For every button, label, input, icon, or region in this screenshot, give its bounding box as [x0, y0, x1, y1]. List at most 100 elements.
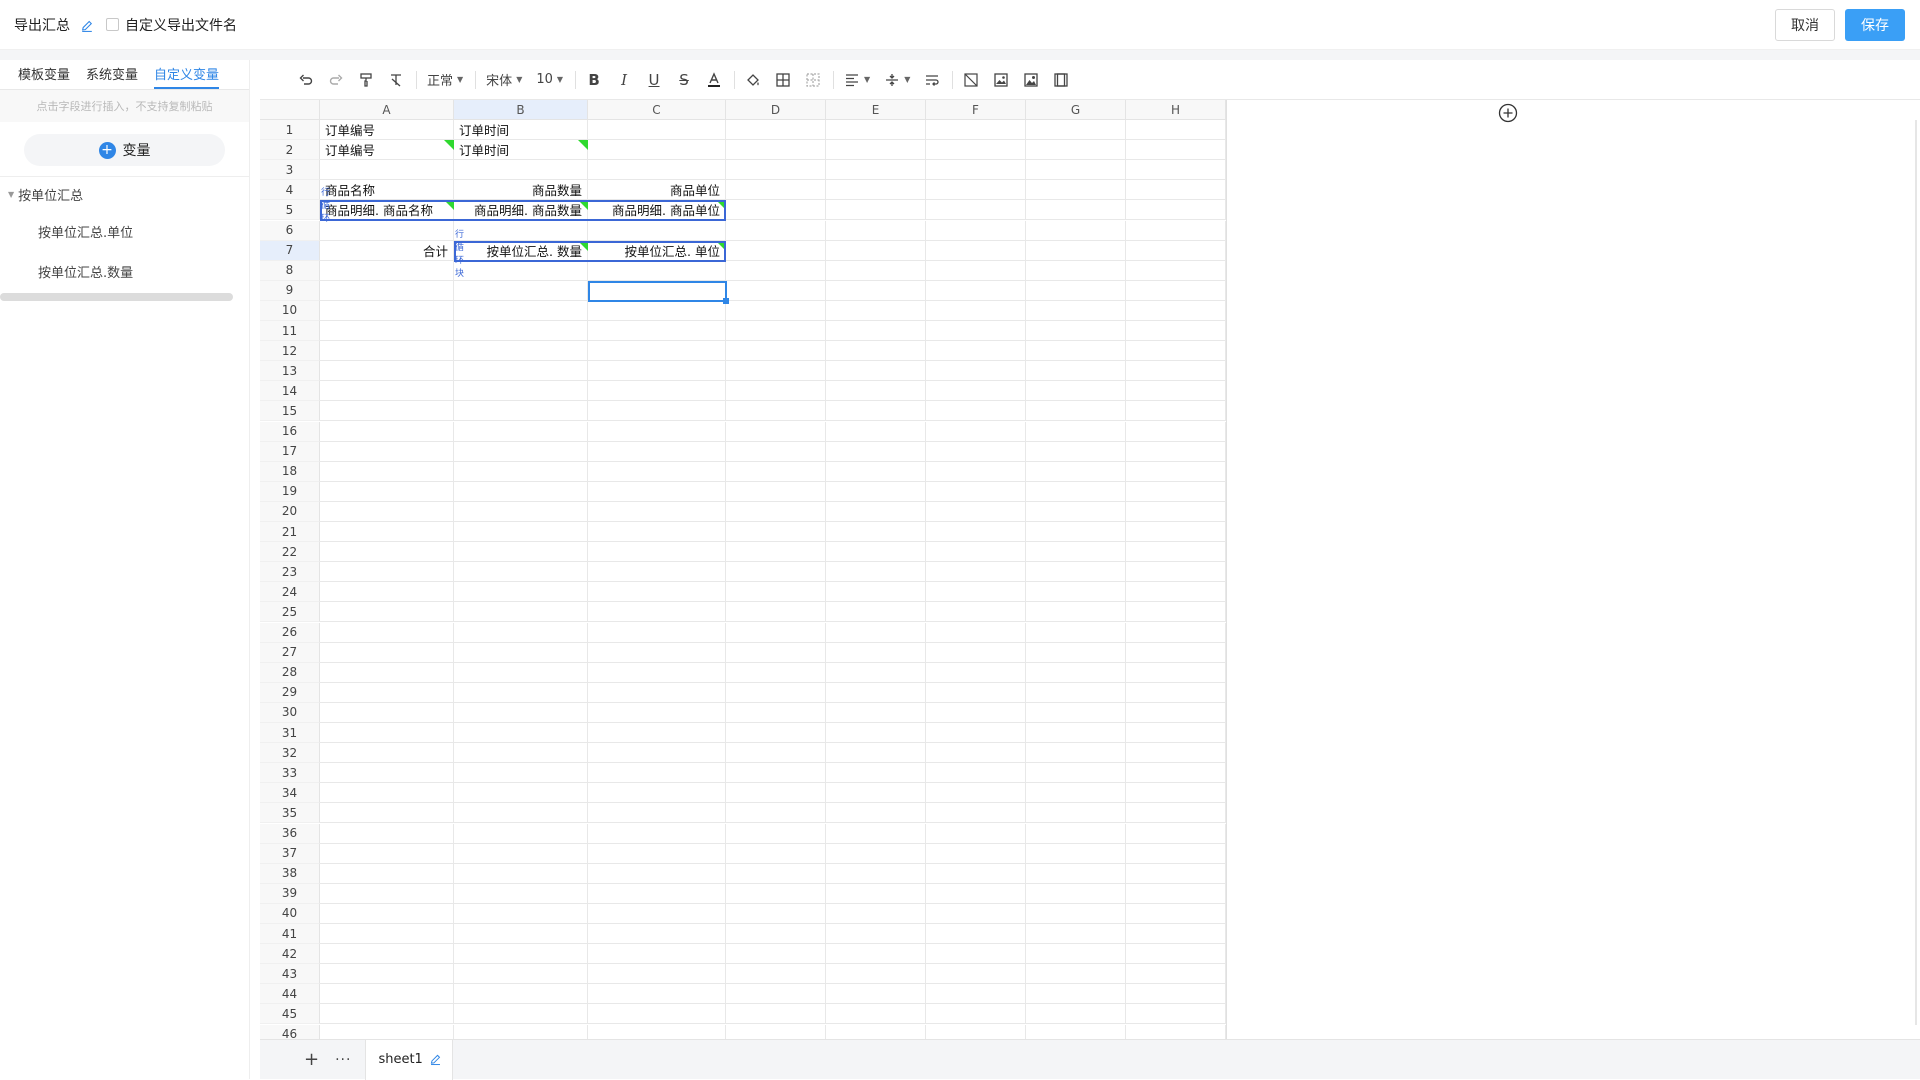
row-header[interactable]: 31	[260, 723, 320, 744]
column-header[interactable]: B	[454, 100, 588, 120]
grid-cell[interactable]	[588, 903, 726, 924]
grid-cell[interactable]	[726, 1024, 826, 1040]
column-header[interactable]: F	[926, 100, 1026, 120]
grid-cell[interactable]	[826, 803, 926, 824]
cell-a2[interactable]: 订单编号	[320, 140, 454, 161]
grid-cell[interactable]	[1026, 321, 1126, 342]
grid-cell[interactable]	[320, 723, 454, 744]
grid-cell[interactable]	[926, 924, 1026, 945]
grid-cell[interactable]	[1026, 723, 1126, 744]
grid-cell[interactable]	[1126, 903, 1226, 924]
grid-cell[interactable]	[1026, 622, 1126, 643]
grid-cell[interactable]	[1026, 501, 1126, 522]
grid-cell[interactable]	[1026, 642, 1126, 663]
grid-cell[interactable]	[454, 361, 588, 382]
grid-cell[interactable]	[320, 562, 454, 583]
grid-cell[interactable]	[588, 682, 726, 703]
grid-cell[interactable]	[926, 743, 1026, 764]
add-sheet-button[interactable]: +	[304, 1049, 319, 1070]
grid-cell[interactable]	[320, 321, 454, 342]
grid-cell[interactable]	[726, 341, 826, 362]
grid-cell[interactable]	[926, 501, 1026, 522]
grid-cell[interactable]	[826, 240, 926, 261]
grid-cell[interactable]	[1026, 823, 1126, 844]
grid-cell[interactable]	[588, 461, 726, 482]
grid-cell[interactable]	[1026, 863, 1126, 884]
grid-cell[interactable]	[1126, 602, 1226, 623]
grid-cell[interactable]	[1126, 180, 1226, 201]
grid-cell[interactable]	[588, 964, 726, 985]
grid-cell[interactable]	[454, 401, 588, 422]
grid-cell[interactable]	[826, 300, 926, 321]
grid-cell[interactable]	[926, 341, 1026, 362]
format-painter-button[interactable]	[354, 68, 378, 92]
cell-c5[interactable]: 商品明细. 商品单位	[588, 200, 726, 221]
more-sheets-button[interactable]: ···	[335, 1052, 351, 1068]
grid-cell[interactable]	[726, 622, 826, 643]
grid-cell[interactable]	[926, 602, 1026, 623]
grid-cell[interactable]	[320, 542, 454, 563]
grid-cell[interactable]	[726, 723, 826, 744]
grid-cell[interactable]	[826, 321, 926, 342]
grid-cell[interactable]	[826, 582, 926, 603]
grid-cell[interactable]	[1126, 803, 1226, 824]
row-header[interactable]: 42	[260, 944, 320, 965]
tab-template-variables[interactable]: 模板变量	[18, 64, 70, 89]
grid-cell[interactable]	[826, 863, 926, 884]
grid-cell[interactable]	[726, 501, 826, 522]
grid-cell[interactable]	[726, 321, 826, 342]
grid-cell[interactable]	[1026, 522, 1126, 543]
grid-cell[interactable]	[1126, 160, 1226, 181]
row-header[interactable]: 4	[260, 180, 320, 201]
grid-cell[interactable]	[588, 883, 726, 904]
grid-cell[interactable]	[320, 984, 454, 1005]
cell-a7[interactable]: 合计	[320, 240, 454, 261]
grid-cell[interactable]	[454, 903, 588, 924]
grid-cell[interactable]	[926, 542, 1026, 563]
grid-cell[interactable]	[1026, 381, 1126, 402]
grid-cell[interactable]	[726, 140, 826, 161]
grid-cell[interactable]	[926, 662, 1026, 683]
grid-cell[interactable]	[1026, 542, 1126, 563]
grid-cell[interactable]	[926, 783, 1026, 804]
row-header[interactable]: 15	[260, 401, 320, 422]
grid-cell[interactable]	[1026, 280, 1126, 301]
row-header[interactable]: 2	[260, 140, 320, 161]
grid-cell[interactable]	[454, 723, 588, 744]
grid-cell[interactable]	[726, 180, 826, 201]
grid-cell[interactable]	[826, 441, 926, 462]
grid-cell[interactable]	[1026, 682, 1126, 703]
grid-cell[interactable]	[926, 300, 1026, 321]
grid-cell[interactable]	[926, 401, 1026, 422]
grid-cell[interactable]	[1126, 964, 1226, 985]
grid-cell[interactable]	[1126, 562, 1226, 583]
grid-cell[interactable]	[1026, 883, 1126, 904]
grid-cell[interactable]	[1126, 260, 1226, 281]
grid-cell[interactable]	[320, 823, 454, 844]
grid-cell[interactable]	[926, 200, 1026, 221]
grid-cell[interactable]	[588, 361, 726, 382]
grid-corner[interactable]	[260, 100, 320, 120]
column-header[interactable]: G	[1026, 100, 1126, 120]
row-header[interactable]: 40	[260, 903, 320, 924]
grid-cell[interactable]	[726, 743, 826, 764]
grid-cell[interactable]	[320, 441, 454, 462]
grid-cell[interactable]	[588, 280, 726, 301]
grid-cell[interactable]	[926, 642, 1026, 663]
grid-cell[interactable]	[1026, 562, 1126, 583]
borders-button[interactable]	[771, 68, 795, 92]
grid-cell[interactable]	[726, 300, 826, 321]
grid-cell[interactable]	[1126, 622, 1226, 643]
grid-cell[interactable]	[826, 984, 926, 1005]
save-button[interactable]: 保存	[1845, 9, 1905, 41]
grid-cell[interactable]	[1026, 702, 1126, 723]
row-header[interactable]: 14	[260, 381, 320, 402]
grid-cell[interactable]	[726, 903, 826, 924]
grid-cell[interactable]	[320, 944, 454, 965]
grid-cell[interactable]	[726, 461, 826, 482]
row-header[interactable]: 26	[260, 622, 320, 643]
grid-cell[interactable]	[726, 602, 826, 623]
grid-cell[interactable]	[926, 481, 1026, 502]
grid-cell[interactable]	[588, 582, 726, 603]
grid-cell[interactable]	[726, 964, 826, 985]
